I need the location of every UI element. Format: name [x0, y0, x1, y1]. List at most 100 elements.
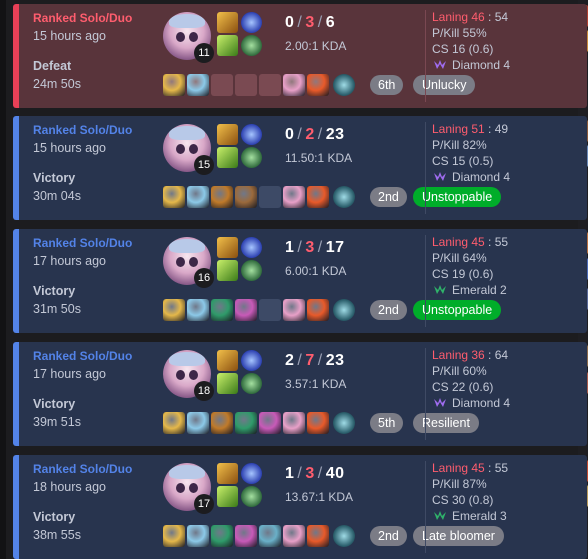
item-icon[interactable] [307, 412, 329, 434]
deaths: 3 [305, 239, 315, 256]
item-icon[interactable] [259, 525, 281, 547]
item-icon[interactable] [259, 412, 281, 434]
item-icon[interactable] [307, 525, 329, 547]
summoner-spell-heal-icon[interactable] [217, 147, 238, 168]
summoner-spell-heal-icon[interactable] [217, 260, 238, 281]
match-result: Victory [33, 397, 76, 411]
trinket-ward-icon[interactable] [333, 412, 355, 434]
keystone-rune-icon[interactable] [241, 12, 262, 33]
laning-score: Laning 45 : 55 [432, 461, 509, 475]
secondary-rune-icon[interactable] [241, 486, 262, 507]
deaths: 3 [305, 465, 315, 482]
performance-badge: Unstoppable [413, 187, 502, 207]
performance-badge: Unlucky [413, 75, 476, 95]
item-icon[interactable] [283, 412, 305, 434]
trinket-ward-icon[interactable] [333, 74, 355, 96]
empty-item-slot [259, 186, 281, 208]
keystone-rune-icon[interactable] [241, 350, 262, 371]
item-icon[interactable] [235, 186, 257, 208]
item-icon[interactable] [307, 74, 329, 96]
match-duration: 39m 51s [33, 415, 81, 429]
summoner-spell-heal-icon[interactable] [217, 35, 238, 56]
item-icon[interactable] [211, 299, 233, 321]
item-icon[interactable] [187, 186, 209, 208]
deaths: 2 [305, 126, 315, 143]
trinket-ward-icon[interactable] [333, 186, 355, 208]
empty-item-slot [259, 74, 281, 96]
secondary-rune-icon[interactable] [241, 373, 262, 394]
time-ago: 15 hours ago [33, 141, 106, 155]
item-icon[interactable] [187, 525, 209, 547]
item-icon[interactable] [235, 525, 257, 547]
assists: 23 [325, 126, 345, 143]
summoner-spell-flash-icon[interactable] [217, 463, 238, 484]
item-icon[interactable] [283, 299, 305, 321]
cs-stat: CS 16 (0.6) [432, 42, 494, 56]
secondary-rune-icon[interactable] [241, 147, 262, 168]
item-icon[interactable] [283, 186, 305, 208]
assists: 6 [325, 14, 336, 31]
item-icon[interactable] [235, 412, 257, 434]
match-card[interactable]: Ranked Solo/Duo 17 hours ago Victory 31m… [13, 229, 587, 333]
kda-ratio: 3.57:1 KDA [285, 377, 347, 391]
assists: 17 [325, 239, 345, 256]
item-icon[interactable] [163, 412, 185, 434]
keystone-rune-icon[interactable] [241, 124, 262, 145]
match-card[interactable]: Ranked Solo/Duo 15 hours ago Victory 30m… [13, 116, 587, 220]
summoner-spell-flash-icon[interactable] [217, 12, 238, 33]
summoner-spell-heal-icon[interactable] [217, 486, 238, 507]
summoner-spell-flash-icon[interactable] [217, 237, 238, 258]
item-build [163, 186, 355, 208]
item-icon[interactable] [211, 525, 233, 547]
item-icon[interactable] [307, 186, 329, 208]
secondary-rune-icon[interactable] [241, 35, 262, 56]
kda-ratio: 13.67:1 KDA [285, 490, 354, 504]
item-icon[interactable] [307, 299, 329, 321]
item-icon[interactable] [283, 525, 305, 547]
item-icon[interactable] [163, 299, 185, 321]
item-icon[interactable] [211, 412, 233, 434]
cs-stat: CS 30 (0.8) [432, 493, 494, 507]
trinket-ward-icon[interactable] [333, 299, 355, 321]
placement-badge: 2nd [370, 300, 407, 320]
match-card[interactable]: Ranked Solo/Duo 15 hours ago Defeat 24m … [13, 4, 587, 108]
match-stats: Laning 51 : 49 P/Kill 82% CS 15 (0.5) Di… [432, 121, 510, 185]
match-duration: 31m 50s [33, 302, 81, 316]
queue-type: Ranked Solo/Duo [33, 349, 133, 363]
item-icon[interactable] [163, 74, 185, 96]
item-build [163, 525, 355, 547]
keystone-rune-icon[interactable] [241, 463, 262, 484]
divider [425, 10, 426, 102]
placement-badge: 2nd [370, 526, 407, 546]
summoner-spell-flash-icon[interactable] [217, 124, 238, 145]
item-build [163, 299, 355, 321]
kill-participation: P/Kill 55% [432, 26, 487, 40]
match-card[interactable]: Ranked Solo/Duo 18 hours ago Victory 38m… [13, 455, 587, 559]
left-edge-strip [0, 0, 6, 559]
performance-badge: Resilient [413, 413, 479, 433]
keystone-rune-icon[interactable] [241, 237, 262, 258]
item-icon[interactable] [187, 412, 209, 434]
summoner-spell-heal-icon[interactable] [217, 373, 238, 394]
item-icon[interactable] [163, 525, 185, 547]
kda-score: 1/3/40 [285, 465, 345, 482]
item-icon[interactable] [187, 74, 209, 96]
match-stats: Laning 36 : 64 P/Kill 60% CS 22 (0.6) Di… [432, 347, 510, 411]
item-icon[interactable] [187, 299, 209, 321]
kill-participation: P/Kill 64% [432, 251, 487, 265]
kda-score: 2/7/23 [285, 352, 345, 369]
assists: 40 [325, 465, 345, 482]
trinket-ward-icon[interactable] [333, 525, 355, 547]
match-card[interactable]: Ranked Solo/Duo 17 hours ago Victory 39m… [13, 342, 587, 446]
item-icon[interactable] [211, 186, 233, 208]
secondary-rune-icon[interactable] [241, 260, 262, 281]
kills: 2 [285, 352, 295, 369]
item-icon[interactable] [235, 299, 257, 321]
divider [425, 461, 426, 553]
match-result: Defeat [33, 59, 72, 73]
laning-score: Laning 51 : 49 [432, 122, 509, 136]
item-icon[interactable] [283, 74, 305, 96]
item-icon[interactable] [163, 186, 185, 208]
summoner-spell-flash-icon[interactable] [217, 350, 238, 371]
kda-score: 0/3/6 [285, 14, 336, 31]
